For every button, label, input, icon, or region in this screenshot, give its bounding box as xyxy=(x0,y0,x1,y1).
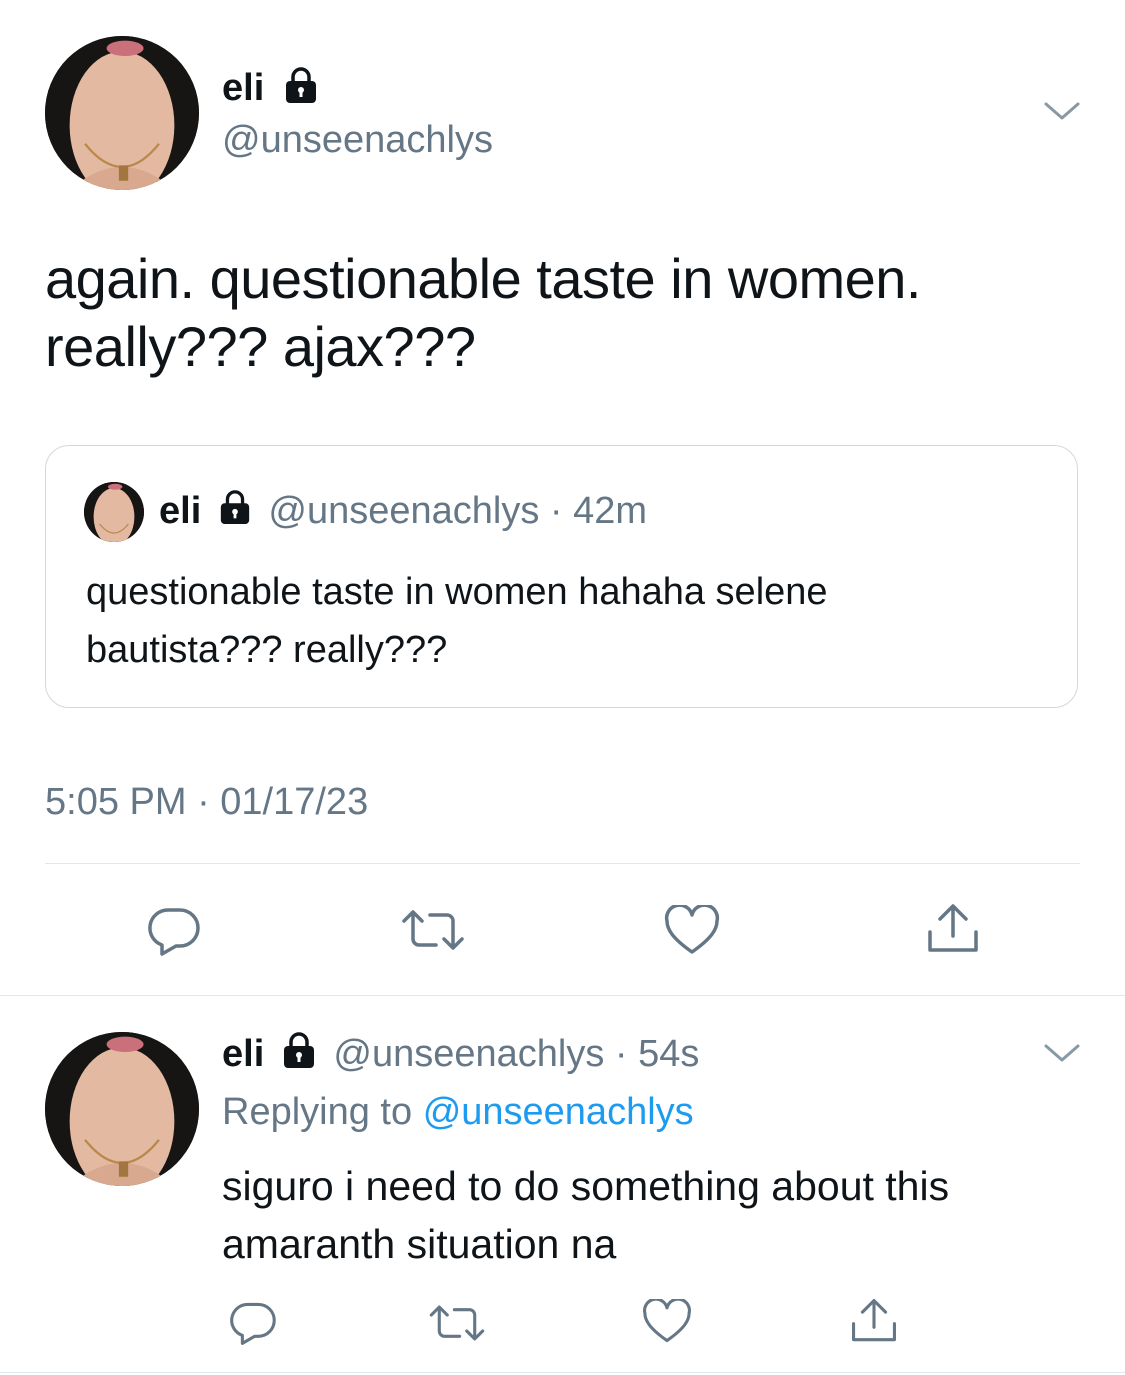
avatar[interactable] xyxy=(45,36,199,190)
reply-text: siguro i need to do something about this… xyxy=(222,1157,949,1273)
quoted-display-name: eli xyxy=(159,490,202,532)
reply-author-row[interactable]: eli @unseenachlys · 54s xyxy=(222,1031,699,1080)
quoted-text: questionable taste in women hahaha selen… xyxy=(86,563,828,679)
quoted-handle: @unseenachlys xyxy=(268,490,540,532)
chevron-down-icon[interactable] xyxy=(1042,1040,1082,1066)
author-handle[interactable]: @unseenachlys xyxy=(222,118,493,162)
heart-icon[interactable] xyxy=(641,1299,693,1345)
avatar-image xyxy=(45,1032,199,1186)
reply-separator: · xyxy=(614,1033,628,1075)
lock-icon xyxy=(283,66,319,114)
chevron-down-icon[interactable] xyxy=(1042,98,1082,124)
divider xyxy=(0,1372,1125,1373)
reply-time[interactable]: 54s xyxy=(638,1033,699,1075)
reply-handle[interactable]: @unseenachlys xyxy=(333,1033,604,1075)
tweet-text: again. questionable taste in women. real… xyxy=(45,245,921,381)
retweet-icon[interactable] xyxy=(398,907,468,953)
reply-display-name[interactable]: eli xyxy=(222,1033,264,1075)
reply-text-line: amaranth situation na xyxy=(222,1221,617,1267)
quoted-time: 42m xyxy=(573,490,648,532)
author-name-row[interactable]: eli xyxy=(222,66,319,110)
share-icon[interactable] xyxy=(925,902,981,956)
replying-to: Replying to @unseenachlys xyxy=(222,1089,694,1135)
avatar-image xyxy=(84,482,144,542)
quoted-tweet-card[interactable]: eli @unseenachlys · 42m questionable tas… xyxy=(45,445,1078,708)
reply-avatar[interactable] xyxy=(45,1032,199,1186)
heart-icon[interactable] xyxy=(663,905,721,957)
lock-icon xyxy=(218,489,252,536)
divider xyxy=(0,995,1125,996)
reply-icon[interactable] xyxy=(228,1300,278,1346)
tweet-text-line: again. questionable taste in women. xyxy=(45,247,921,310)
retweet-icon[interactable] xyxy=(426,1302,488,1344)
quoted-separator: · xyxy=(549,490,563,532)
avatar-image xyxy=(45,36,199,190)
replying-to-label: Replying to xyxy=(222,1091,413,1133)
quoted-text-line: questionable taste in women hahaha selen… xyxy=(86,571,828,613)
quoted-author-row: eli @unseenachlys · 42m xyxy=(159,488,647,536)
tweet-text-line: really??? ajax??? xyxy=(45,315,476,378)
replying-to-handle-link[interactable]: @unseenachlys xyxy=(423,1091,694,1133)
quoted-avatar xyxy=(84,482,144,542)
divider xyxy=(45,863,1080,864)
reply-text-line: siguro i need to do something about this xyxy=(222,1163,950,1209)
share-icon[interactable] xyxy=(849,1297,899,1345)
tweet-timestamp[interactable]: 5:05 PM · 01/17/23 xyxy=(45,778,368,826)
lock-icon xyxy=(281,1031,317,1080)
author-display-name[interactable]: eli xyxy=(222,67,264,109)
quoted-text-line: bautista??? really??? xyxy=(86,629,448,671)
reply-icon[interactable] xyxy=(146,905,202,957)
